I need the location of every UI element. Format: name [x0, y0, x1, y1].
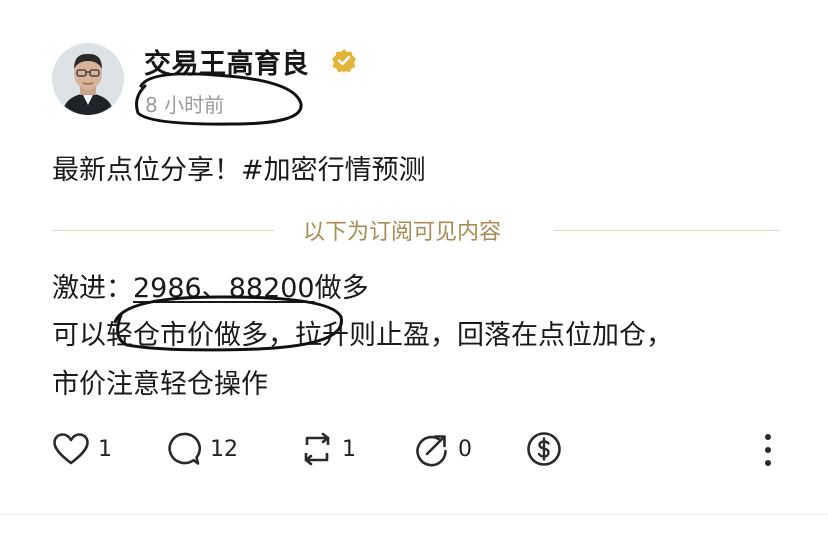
heart-icon — [53, 433, 89, 465]
post-bottom-divider — [0, 514, 828, 515]
comment-button[interactable]: 12 — [166, 430, 238, 468]
share-count: 0 — [458, 436, 472, 462]
dollar-circle-icon — [527, 432, 561, 466]
divider-right — [554, 230, 780, 231]
post-body-line-2: 可以轻仓市价做多，拉升则止盈，回落在点位加仓， — [52, 320, 673, 351]
post-body-line-1: 激进：2986、88200做多 — [52, 266, 369, 305]
post-title: 最新点位分享！#加密行情预测 — [52, 155, 426, 186]
author-name[interactable]: 交易王高育良 — [144, 42, 309, 81]
like-count: 1 — [98, 436, 112, 462]
divider-left — [52, 230, 274, 231]
repost-icon — [304, 432, 330, 466]
tip-button[interactable] — [526, 430, 562, 468]
repost-button[interactable]: 1 — [300, 430, 356, 468]
share-arrow-icon — [416, 435, 447, 467]
comment-bubble-icon — [168, 432, 202, 465]
subscriber-only-divider-label: 以下为订阅可见内容 — [303, 220, 502, 245]
comment-count: 12 — [210, 436, 238, 462]
post-timestamp: 8 小时前 — [145, 93, 225, 117]
like-button[interactable]: 1 — [52, 430, 112, 468]
price-levels: 2986、88200 — [133, 273, 315, 304]
repost-count: 1 — [342, 436, 356, 462]
avatar[interactable] — [52, 43, 124, 115]
post-body-line-3: 市价注意轻仓操作 — [52, 369, 268, 400]
share-button[interactable]: 0 — [414, 430, 472, 468]
verified-badge-icon — [332, 49, 356, 73]
more-options-icon[interactable] — [758, 432, 778, 468]
direction-label: 做多 — [314, 273, 369, 304]
strategy-label: 激进： — [52, 273, 133, 304]
